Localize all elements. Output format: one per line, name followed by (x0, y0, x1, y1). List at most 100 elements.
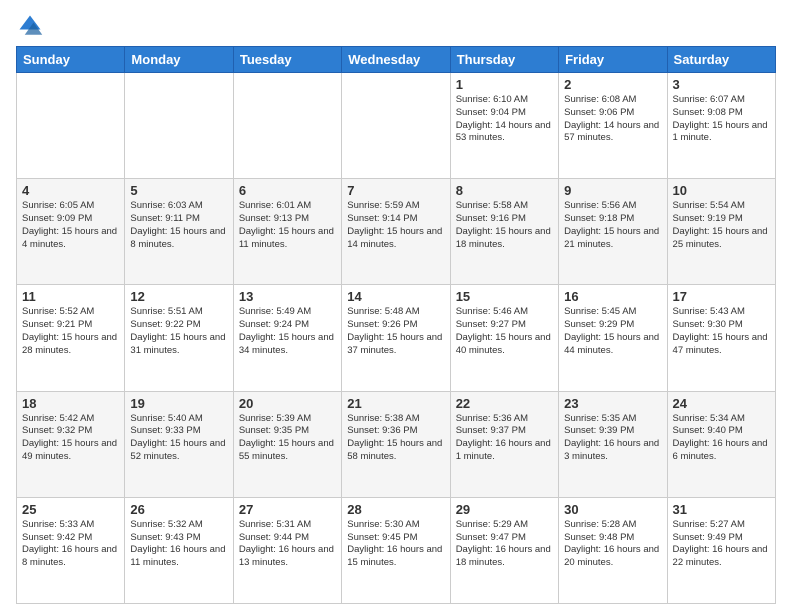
day-cell: 2 Sunrise: 6:08 AM Sunset: 9:06 PM Daylig… (559, 73, 667, 179)
day-cell: 23 Sunrise: 5:35 AM Sunset: 9:39 PM Dayli… (559, 391, 667, 497)
day-info: Sunrise: 6:07 AM Sunset: 9:08 PM Dayligh… (673, 94, 770, 145)
day-number: 2 (564, 77, 661, 92)
day-number: 5 (130, 183, 227, 198)
day-cell: 17Sunrise: 5:43 AM Sunset: 9:30 PM Dayli… (667, 285, 775, 391)
day-info: Sunrise: 5:28 AM Sunset: 9:48 PM Dayligh… (564, 519, 661, 570)
day-cell: 27 Sunrise: 5:31 AM Sunset: 9:44 PM Dayli… (233, 497, 341, 603)
day-number: 23 (564, 396, 661, 411)
day-info: Sunrise: 5:31 AM Sunset: 9:44 PM Dayligh… (239, 519, 336, 570)
day-info: Sunrise: 5:33 AM Sunset: 9:42 PM Dayligh… (22, 519, 119, 570)
day-cell: 26Sunrise: 5:32 AM Sunset: 9:43 PM Dayli… (125, 497, 233, 603)
day-info: Sunrise: 5:49 AM Sunset: 9:24 PM Dayligh… (239, 306, 336, 357)
day-number: 16 (564, 289, 661, 304)
day-number: 6 (239, 183, 336, 198)
day-header-monday: Monday (125, 47, 233, 73)
day-number: 30 (564, 502, 661, 517)
header-row: SundayMondayTuesdayWednesdayThursdayFrid… (17, 47, 776, 73)
day-info: Sunrise: 5:59 AM Sunset: 9:14 PM Dayligh… (347, 200, 444, 251)
day-header-wednesday: Wednesday (342, 47, 450, 73)
day-info: Sunrise: 5:52 AM Sunset: 9:21 PM Dayligh… (22, 306, 119, 357)
day-number: 4 (22, 183, 119, 198)
day-number: 15 (456, 289, 553, 304)
day-cell: 25 Sunrise: 5:33 AM Sunset: 9:42 PM Dayli… (17, 497, 125, 603)
day-header-tuesday: Tuesday (233, 47, 341, 73)
day-info: Sunrise: 6:08 AM Sunset: 9:06 PM Dayligh… (564, 94, 661, 145)
day-info: Sunrise: 5:51 AM Sunset: 9:22 PM Dayligh… (130, 306, 227, 357)
day-info: Sunrise: 5:58 AM Sunset: 9:16 PM Dayligh… (456, 200, 553, 251)
day-number: 10 (673, 183, 770, 198)
day-info: Sunrise: 6:03 AM Sunset: 9:11 PM Dayligh… (130, 200, 227, 251)
day-cell: 4Sunrise: 6:05 AM Sunset: 9:09 PM Daylig… (17, 179, 125, 285)
day-number: 9 (564, 183, 661, 198)
day-number: 19 (130, 396, 227, 411)
day-cell: 15 Sunrise: 5:46 AM Sunset: 9:27 PM Dayli… (450, 285, 558, 391)
day-number: 24 (673, 396, 770, 411)
day-info: Sunrise: 5:45 AM Sunset: 9:29 PM Dayligh… (564, 306, 661, 357)
day-cell: 1 Sunrise: 6:10 AM Sunset: 9:04 PM Daylig… (450, 73, 558, 179)
day-cell: 20 Sunrise: 5:39 AM Sunset: 9:35 PM Dayli… (233, 391, 341, 497)
day-number: 8 (456, 183, 553, 198)
day-info: Sunrise: 5:34 AM Sunset: 9:40 PM Dayligh… (673, 413, 770, 464)
day-info: Sunrise: 5:35 AM Sunset: 9:39 PM Dayligh… (564, 413, 661, 464)
day-header-sunday: Sunday (17, 47, 125, 73)
day-number: 13 (239, 289, 336, 304)
day-info: Sunrise: 5:42 AM Sunset: 9:32 PM Dayligh… (22, 413, 119, 464)
day-number: 25 (22, 502, 119, 517)
day-cell: 22Sunrise: 5:36 AM Sunset: 9:37 PM Dayli… (450, 391, 558, 497)
day-header-saturday: Saturday (667, 47, 775, 73)
day-info: Sunrise: 5:27 AM Sunset: 9:49 PM Dayligh… (673, 519, 770, 570)
week-row-4: 18 Sunrise: 5:42 AM Sunset: 9:32 PM Dayli… (17, 391, 776, 497)
day-cell: 7 Sunrise: 5:59 AM Sunset: 9:14 PM Daylig… (342, 179, 450, 285)
day-info: Sunrise: 5:39 AM Sunset: 9:35 PM Dayligh… (239, 413, 336, 464)
day-cell (233, 73, 341, 179)
header (16, 12, 776, 40)
day-cell: 5 Sunrise: 6:03 AM Sunset: 9:11 PM Daylig… (125, 179, 233, 285)
page: SundayMondayTuesdayWednesdayThursdayFrid… (0, 0, 792, 612)
week-row-1: 1 Sunrise: 6:10 AM Sunset: 9:04 PM Daylig… (17, 73, 776, 179)
day-number: 21 (347, 396, 444, 411)
logo (16, 12, 48, 40)
calendar-table: SundayMondayTuesdayWednesdayThursdayFrid… (16, 46, 776, 604)
day-number: 27 (239, 502, 336, 517)
day-info: Sunrise: 5:40 AM Sunset: 9:33 PM Dayligh… (130, 413, 227, 464)
day-header-friday: Friday (559, 47, 667, 73)
day-cell: 9Sunrise: 5:56 AM Sunset: 9:18 PM Daylig… (559, 179, 667, 285)
day-cell: 18 Sunrise: 5:42 AM Sunset: 9:32 PM Dayli… (17, 391, 125, 497)
day-info: Sunrise: 5:30 AM Sunset: 9:45 PM Dayligh… (347, 519, 444, 570)
day-info: Sunrise: 5:29 AM Sunset: 9:47 PM Dayligh… (456, 519, 553, 570)
day-cell: 10 Sunrise: 5:54 AM Sunset: 9:19 PM Dayli… (667, 179, 775, 285)
day-info: Sunrise: 5:38 AM Sunset: 9:36 PM Dayligh… (347, 413, 444, 464)
day-number: 22 (456, 396, 553, 411)
day-number: 11 (22, 289, 119, 304)
day-cell: 29 Sunrise: 5:29 AM Sunset: 9:47 PM Dayli… (450, 497, 558, 603)
day-cell (17, 73, 125, 179)
day-info: Sunrise: 6:10 AM Sunset: 9:04 PM Dayligh… (456, 94, 553, 145)
day-cell: 6 Sunrise: 6:01 AM Sunset: 9:13 PM Daylig… (233, 179, 341, 285)
day-info: Sunrise: 5:48 AM Sunset: 9:26 PM Dayligh… (347, 306, 444, 357)
day-number: 28 (347, 502, 444, 517)
day-number: 14 (347, 289, 444, 304)
day-info: Sunrise: 6:01 AM Sunset: 9:13 PM Dayligh… (239, 200, 336, 251)
day-number: 29 (456, 502, 553, 517)
day-cell (125, 73, 233, 179)
day-number: 20 (239, 396, 336, 411)
day-cell: 30 Sunrise: 5:28 AM Sunset: 9:48 PM Dayli… (559, 497, 667, 603)
day-number: 26 (130, 502, 227, 517)
day-cell: 13 Sunrise: 5:49 AM Sunset: 9:24 PM Dayli… (233, 285, 341, 391)
week-row-2: 4Sunrise: 6:05 AM Sunset: 9:09 PM Daylig… (17, 179, 776, 285)
day-number: 3 (673, 77, 770, 92)
day-cell: 28 Sunrise: 5:30 AM Sunset: 9:45 PM Dayli… (342, 497, 450, 603)
day-cell: 11 Sunrise: 5:52 AM Sunset: 9:21 PM Dayli… (17, 285, 125, 391)
day-cell: 14 Sunrise: 5:48 AM Sunset: 9:26 PM Dayli… (342, 285, 450, 391)
day-number: 7 (347, 183, 444, 198)
day-cell: 24 Sunrise: 5:34 AM Sunset: 9:40 PM Dayli… (667, 391, 775, 497)
logo-icon (16, 12, 44, 40)
day-info: Sunrise: 5:54 AM Sunset: 9:19 PM Dayligh… (673, 200, 770, 251)
day-number: 1 (456, 77, 553, 92)
day-info: Sunrise: 5:46 AM Sunset: 9:27 PM Dayligh… (456, 306, 553, 357)
week-row-3: 11 Sunrise: 5:52 AM Sunset: 9:21 PM Dayli… (17, 285, 776, 391)
day-number: 18 (22, 396, 119, 411)
day-header-thursday: Thursday (450, 47, 558, 73)
day-cell: 8 Sunrise: 5:58 AM Sunset: 9:16 PM Daylig… (450, 179, 558, 285)
day-number: 17 (673, 289, 770, 304)
